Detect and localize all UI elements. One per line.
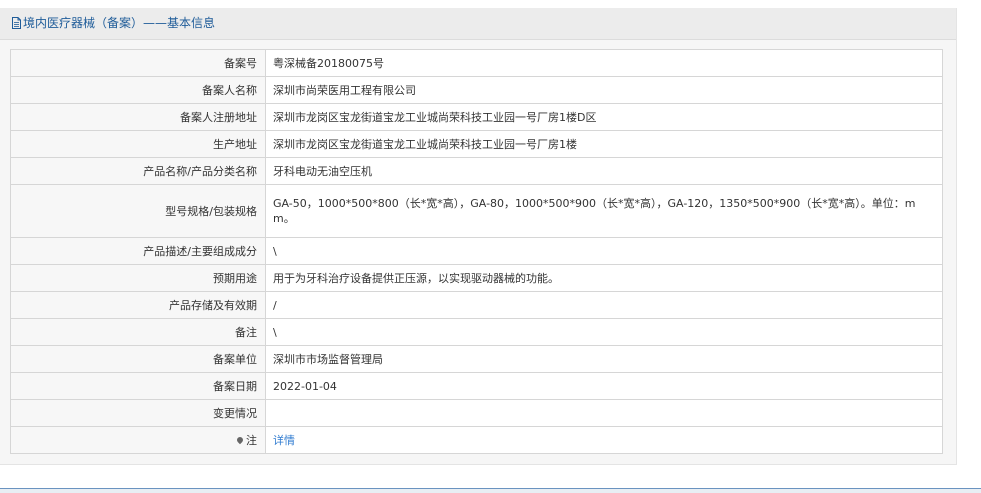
- row-value: \: [265, 237, 943, 265]
- row-value: 详情: [265, 426, 943, 454]
- table-row: 型号规格/包装规格 GA-50，1000*500*800（长*宽*高），GA-8…: [10, 184, 943, 238]
- row-value: 牙科电动无油空压机: [265, 157, 943, 185]
- row-label: 备案日期: [10, 372, 266, 400]
- table-row: 预期用途 用于为牙科治疗设备提供正压源，以实现驱动器械的功能。: [10, 264, 943, 292]
- table-row: 生产地址 深圳市龙岗区宝龙街道宝龙工业城尚荣科技工业园一号厂房1楼: [10, 130, 943, 158]
- table-row: 备案人名称 深圳市尚荣医用工程有限公司: [10, 76, 943, 104]
- table-row: 备注 \: [10, 318, 943, 346]
- row-value: GA-50，1000*500*800（长*宽*高），GA-80，1000*500…: [265, 184, 943, 238]
- table-row: 备案日期 2022-01-04: [10, 372, 943, 400]
- table-row: 备案单位 深圳市市场监督管理局: [10, 345, 943, 373]
- table-row: 产品存储及有效期 /: [10, 291, 943, 319]
- row-value: \: [265, 318, 943, 346]
- table-row: 变更情况: [10, 399, 943, 427]
- row-value: 深圳市龙岗区宝龙街道宝龙工业城尚荣科技工业园一号厂房1楼D区: [265, 103, 943, 131]
- table-row: 注 详情: [10, 426, 943, 454]
- row-label: 产品名称/产品分类名称: [10, 157, 266, 185]
- row-label: 备案人名称: [10, 76, 266, 104]
- row-label: 备注: [10, 318, 266, 346]
- row-value: 深圳市龙岗区宝龙街道宝龙工业城尚荣科技工业园一号厂房1楼: [265, 130, 943, 158]
- panel-header: 境内医疗器械（备案）——基本信息: [0, 8, 956, 40]
- row-value: 深圳市市场监督管理局: [265, 345, 943, 373]
- detail-link[interactable]: 详情: [273, 434, 295, 447]
- row-value: 2022-01-04: [265, 372, 943, 400]
- panel-title: 境内医疗器械（备案）——基本信息: [23, 16, 216, 30]
- basic-info-table: 备案号 粤深械备20180075号 备案人名称 深圳市尚荣医用工程有限公司 备案…: [10, 49, 943, 454]
- table-row: 备案人注册地址 深圳市龙岗区宝龙街道宝龙工业城尚荣科技工业园一号厂房1楼D区: [10, 103, 943, 131]
- row-label: 备案人注册地址: [10, 103, 266, 131]
- info-panel: 境内医疗器械（备案）——基本信息 备案号 粤深械备20180075号 备案人名称…: [0, 8, 957, 465]
- table-row: 产品名称/产品分类名称 牙科电动无油空压机: [10, 157, 943, 185]
- table-row: 产品描述/主要组成成分 \: [10, 237, 943, 265]
- row-label: 变更情况: [10, 399, 266, 427]
- row-label: 产品存储及有效期: [10, 291, 266, 319]
- row-label: 型号规格/包装规格: [10, 184, 266, 238]
- document-icon: [12, 17, 21, 29]
- row-value: 用于为牙科治疗设备提供正压源，以实现驱动器械的功能。: [265, 264, 943, 292]
- row-label: 备案单位: [10, 345, 266, 373]
- table-row: 备案号 粤深械备20180075号: [10, 49, 943, 77]
- row-label: 生产地址: [10, 130, 266, 158]
- bottom-bar: [0, 488, 981, 493]
- row-label: 预期用途: [10, 264, 266, 292]
- row-value: 粤深械备20180075号: [265, 49, 943, 77]
- row-label: 产品描述/主要组成成分: [10, 237, 266, 265]
- row-label: 备案号: [10, 49, 266, 77]
- pin-icon: [235, 435, 245, 444]
- row-value: 深圳市尚荣医用工程有限公司: [265, 76, 943, 104]
- note-label-cell: 注: [10, 426, 266, 454]
- row-value: [265, 399, 943, 427]
- row-value: /: [265, 291, 943, 319]
- row-label: 注: [246, 433, 257, 447]
